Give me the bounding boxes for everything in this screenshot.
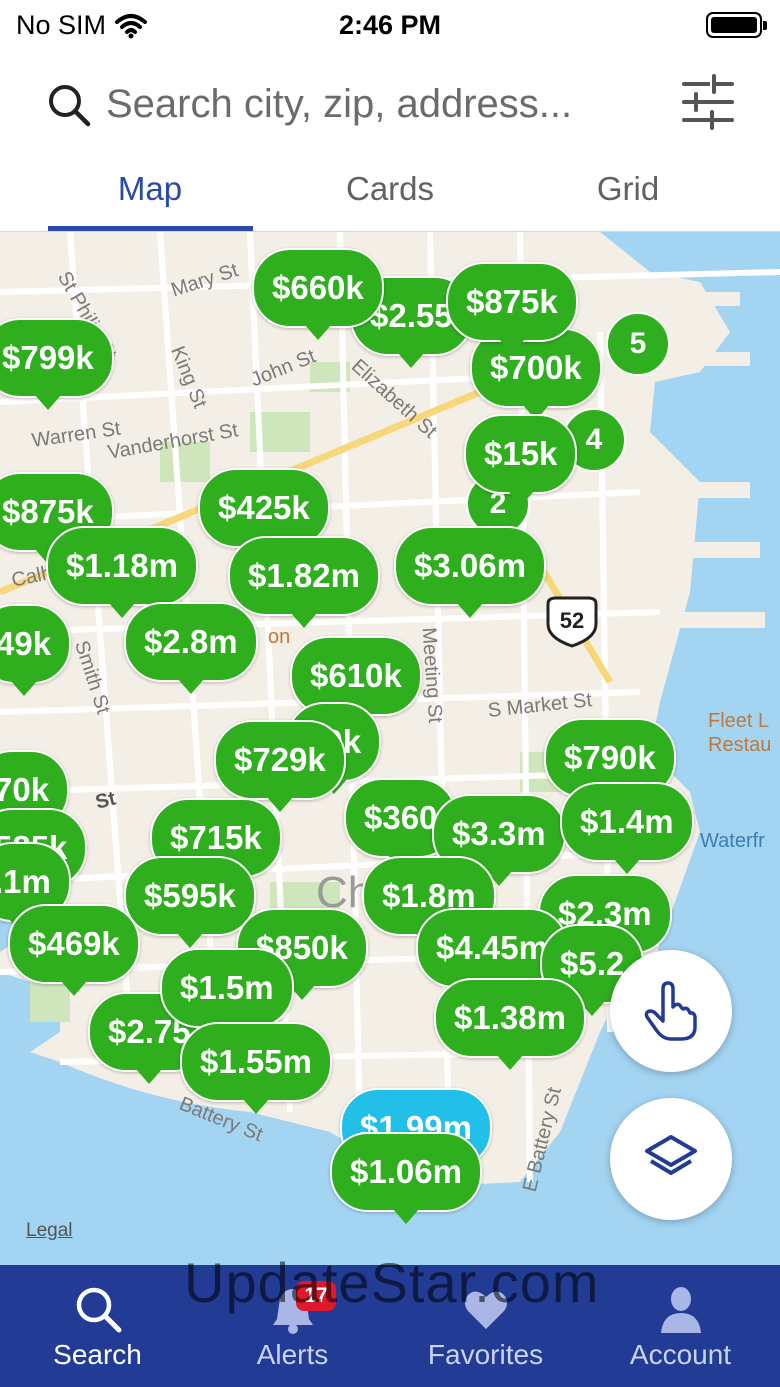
- poi-label: Waterfr: [700, 830, 765, 852]
- poi-label: Restau: [708, 734, 772, 756]
- search-icon: [49, 85, 91, 127]
- price-pin[interactable]: $1.06m: [330, 1132, 482, 1224]
- price-pin[interactable]: $1.38m: [434, 978, 586, 1070]
- price-pin[interactable]: $3.06m: [394, 526, 546, 618]
- clock: 2:46 PM: [338, 10, 442, 40]
- search-bar: [0, 52, 780, 156]
- poi-label: Fleet L: [708, 710, 770, 732]
- price-pin[interactable]: $2.8m: [124, 602, 258, 694]
- tab-map[interactable]: Map: [30, 170, 270, 208]
- price-pin[interactable]: 49k: [0, 604, 72, 696]
- highway-shield-label: 52: [559, 608, 585, 633]
- price-pin[interactable]: $660k: [252, 248, 384, 340]
- status-bar: No SIM 2:46 PM: [0, 0, 780, 52]
- alerts-badge: 17: [296, 1281, 336, 1311]
- nav-favorites[interactable]: Favorites: [388, 1265, 583, 1387]
- map-view[interactable]: St Philip St Mary St King St John St Eli…: [0, 232, 780, 1265]
- price-pin[interactable]: $1.4m: [560, 782, 694, 874]
- tab-cards[interactable]: Cards: [270, 170, 510, 208]
- nav-alerts[interactable]: 17 Alerts: [195, 1265, 390, 1387]
- search-input[interactable]: [106, 76, 666, 132]
- price-pin[interactable]: $799k: [0, 318, 114, 410]
- price-pin[interactable]: $1.55m: [180, 1022, 332, 1114]
- price-pin[interactable]: $729k: [214, 720, 346, 812]
- nav-search[interactable]: Search: [0, 1265, 195, 1387]
- heart-icon: [465, 1291, 507, 1329]
- nav-account-label: Account: [629, 1339, 732, 1370]
- bottom-tab-bar: Search 17 Alerts Favorites Account: [0, 1265, 780, 1387]
- legal-link[interactable]: Legal: [26, 1220, 73, 1242]
- person-icon: [661, 1287, 701, 1333]
- poi-label: on: [268, 626, 291, 648]
- map-layers-button[interactable]: [610, 1098, 732, 1220]
- cluster-marker[interactable]: 5: [606, 312, 670, 376]
- draw-search-button[interactable]: [610, 950, 732, 1072]
- price-pin[interactable]: $15k: [464, 414, 578, 506]
- price-pin[interactable]: $469k: [8, 904, 140, 996]
- nav-favorites-label: Favorites: [427, 1339, 544, 1370]
- hand-pointer-icon: [644, 981, 697, 1041]
- filter-sliders-icon[interactable]: [682, 74, 734, 130]
- price-pin[interactable]: $595k: [124, 856, 256, 948]
- battery-icon: [706, 12, 767, 38]
- active-tab-indicator: [48, 226, 253, 231]
- tab-grid[interactable]: Grid: [508, 170, 748, 208]
- nav-search-label: Search: [53, 1339, 142, 1370]
- view-tabs: Map Cards Grid: [0, 156, 780, 232]
- price-pin[interactable]: $875k: [446, 262, 578, 354]
- layers-icon: [645, 1135, 697, 1175]
- search-icon: [76, 1287, 122, 1333]
- price-pin[interactable]: $1.5m: [160, 948, 294, 1040]
- nav-account[interactable]: Account: [583, 1265, 778, 1387]
- price-pin[interactable]: $1.18m: [46, 526, 198, 618]
- nav-alerts-label: Alerts: [256, 1339, 329, 1370]
- price-pin[interactable]: $1.82m: [228, 536, 380, 628]
